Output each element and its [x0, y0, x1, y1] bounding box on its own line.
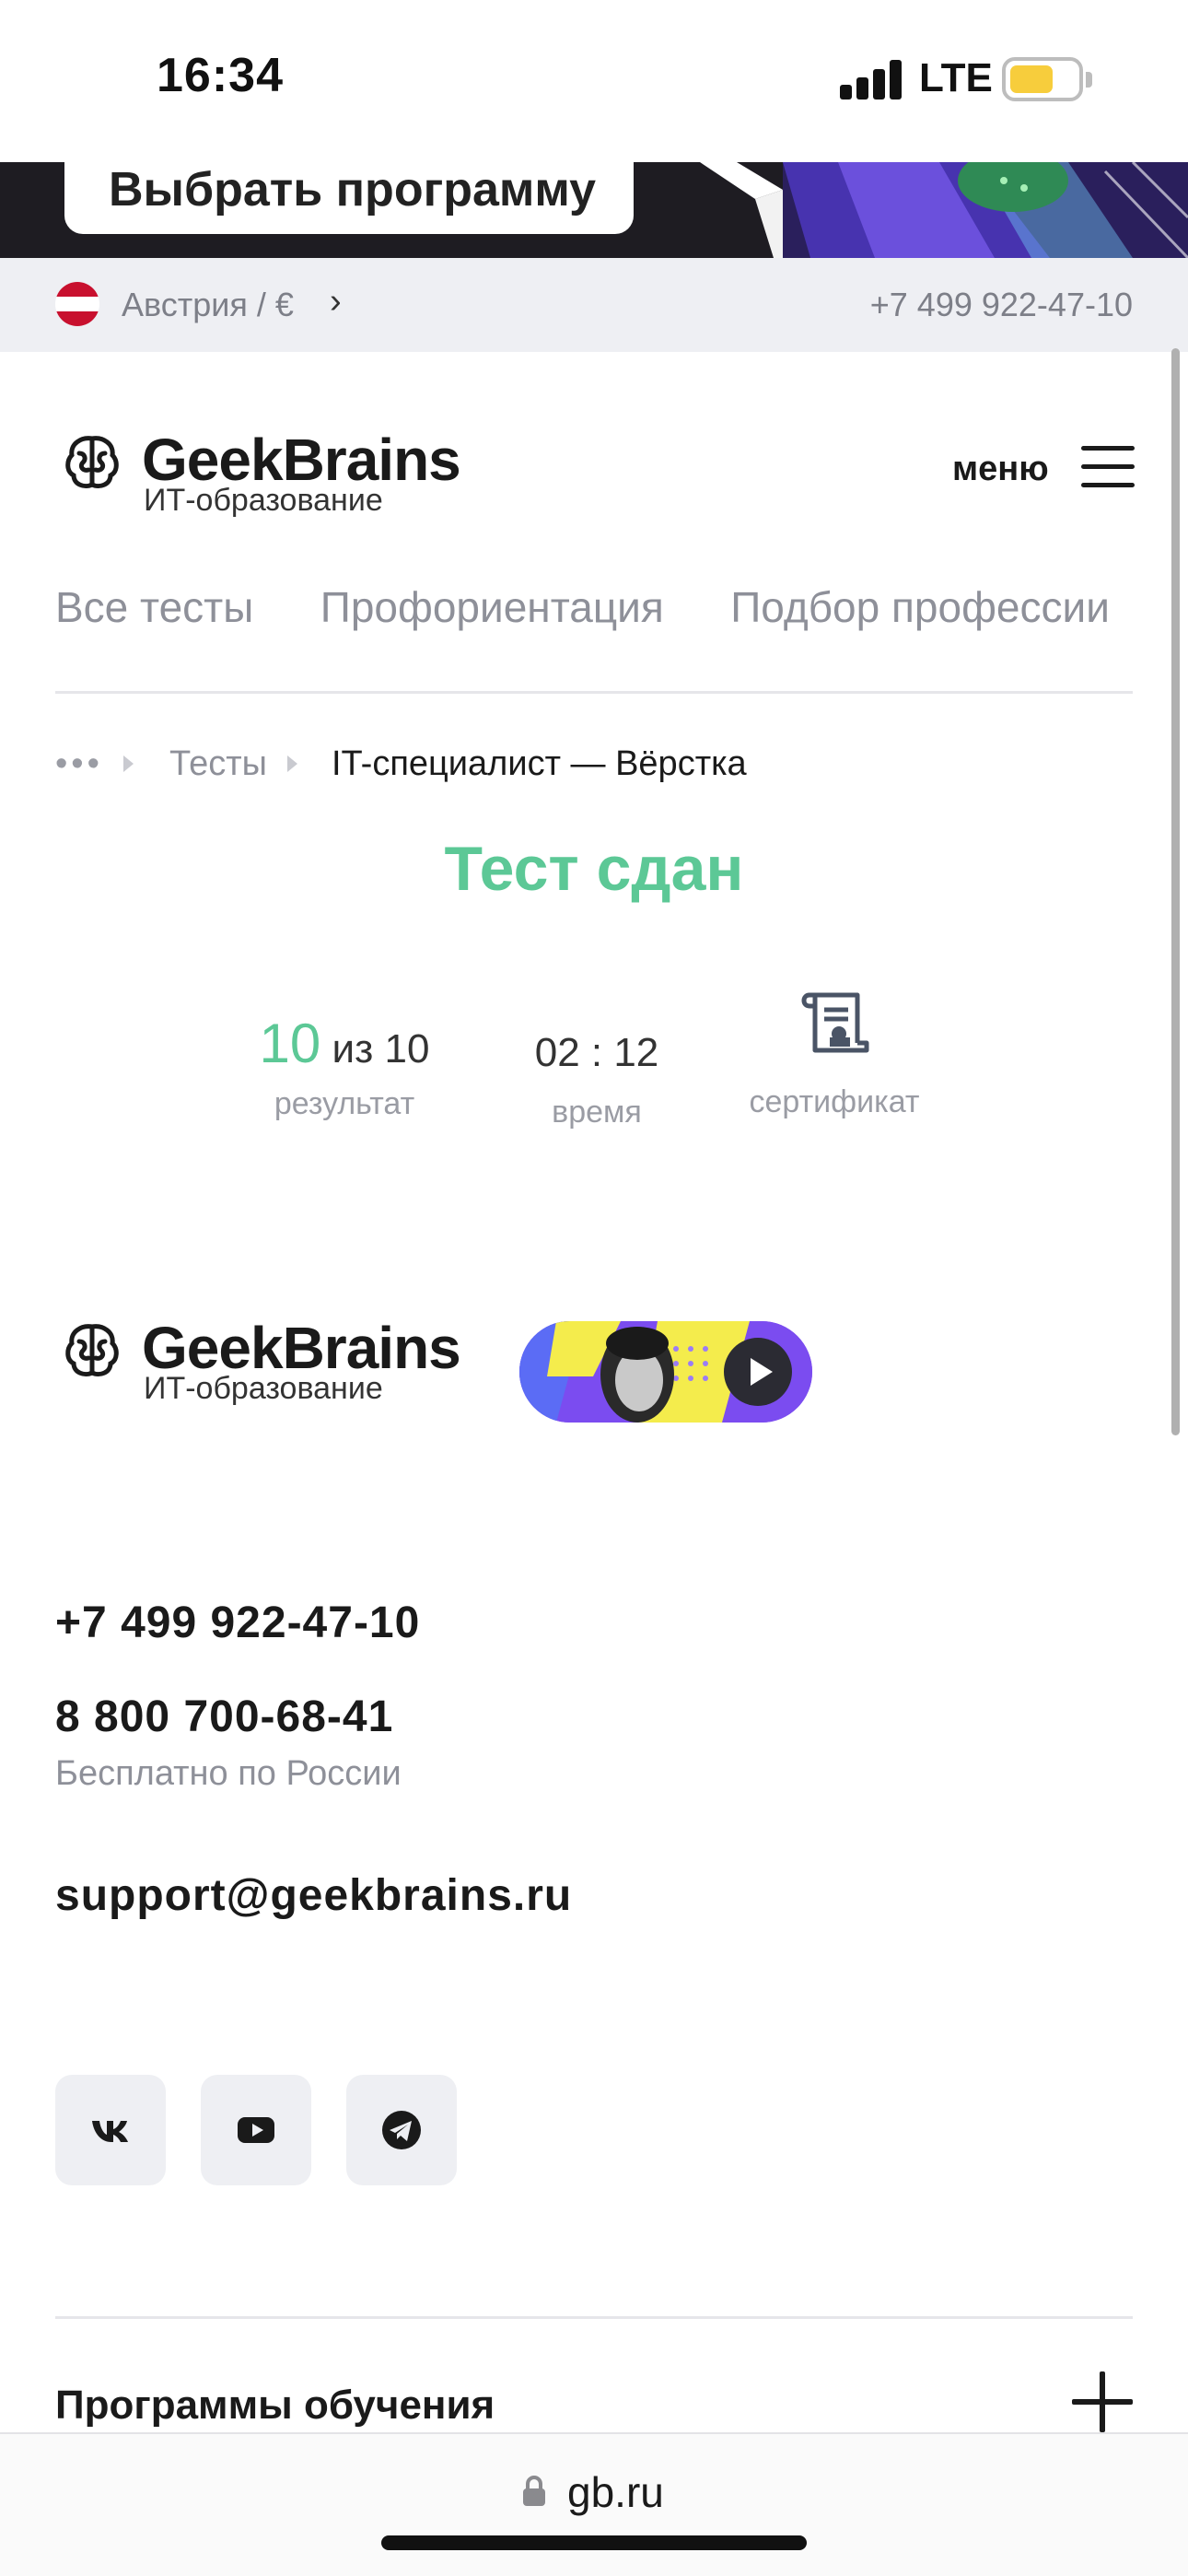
hamburger-menu-icon[interactable]	[1081, 446, 1135, 488]
region-bar: Австрия / € › +7 499 922-47-10	[0, 258, 1188, 352]
status-time: 16:34	[157, 49, 284, 102]
brand-tagline: ИТ-образование	[144, 483, 383, 518]
score-caption: результат	[274, 1086, 415, 1121]
brain-logo-icon	[65, 436, 119, 489]
cellular-signal-icon	[840, 59, 903, 100]
chevron-right-icon[interactable]: ›	[330, 282, 342, 322]
telegram-button[interactable]	[346, 2075, 457, 2185]
battery-icon	[1002, 57, 1092, 101]
vk-icon	[92, 2121, 128, 2142]
region-selector[interactable]: Австрия / €	[122, 286, 294, 324]
divider	[55, 2316, 1133, 2319]
home-indicator[interactable]	[381, 2535, 807, 2550]
programs-accordion-label[interactable]: Программы обучения	[55, 2383, 495, 2429]
promo-banner[interactable]: Выбрать программу	[0, 162, 1188, 258]
telegram-icon	[382, 2111, 421, 2149]
banner-illustration	[700, 162, 1188, 258]
brain-logo-icon	[65, 1324, 119, 1377]
brand-tagline: ИТ-образование	[144, 1371, 383, 1406]
breadcrumb-tests-link[interactable]: Тесты	[169, 744, 267, 784]
play-icon[interactable]	[724, 1338, 792, 1406]
breadcrumb-separator-icon	[123, 755, 134, 772]
footer-logo[interactable]: GeekBrains ИТ-образование	[63, 1315, 505, 1432]
tab-all-tests[interactable]: Все тесты	[55, 582, 253, 632]
time-caption: время	[552, 1095, 642, 1130]
result-title: Тест сдан	[444, 834, 744, 904]
status-bar: 16:34 LTE	[0, 0, 1188, 162]
header-phone-link[interactable]: +7 499 922-47-10	[870, 286, 1133, 324]
breadcrumb-ellipsis[interactable]: •••	[55, 744, 103, 784]
youtube-icon	[238, 2117, 274, 2143]
score-stat: 10 из 10 результат	[243, 1012, 446, 1122]
breadcrumb-current: IT-специалист — Вёрстка	[332, 744, 747, 783]
time-value: 02 : 12	[534, 1030, 659, 1075]
choose-program-button[interactable]: Выбрать программу	[64, 162, 634, 234]
browser-address-bar[interactable]: gb.ru	[0, 2432, 1188, 2576]
network-type: LTE	[919, 55, 993, 100]
tab-profession-selection[interactable]: Подбор профессии	[730, 582, 1110, 632]
divider	[55, 691, 1133, 694]
url-text[interactable]: gb.ru	[567, 2467, 664, 2517]
youtube-button[interactable]	[201, 2075, 311, 2185]
certificate-icon[interactable]	[797, 989, 872, 1060]
footer-phone-free[interactable]: 8 800 700-68-41	[55, 1692, 393, 1742]
score-total: из 10	[332, 1026, 430, 1071]
support-email-link[interactable]: support@geekbrains.ru	[55, 1870, 572, 1921]
vk-button[interactable]	[55, 2075, 166, 2185]
lock-icon	[523, 2476, 545, 2506]
breadcrumb-separator-icon	[287, 755, 297, 772]
time-stat: 02 : 12 время	[505, 1030, 689, 1130]
score-value: 10	[259, 1013, 321, 1074]
austria-flag-icon[interactable]	[55, 282, 99, 326]
video-promo-button[interactable]	[519, 1321, 812, 1423]
footer-phone-main[interactable]: +7 499 922-47-10	[55, 1598, 420, 1648]
test-category-tabs: Все тесты Профориентация Подбор професси…	[55, 582, 1172, 632]
certificate-caption: сертификат	[749, 1084, 920, 1119]
tab-career-guidance[interactable]: Профориентация	[320, 582, 664, 632]
plus-icon[interactable]	[1072, 2371, 1133, 2432]
menu-button[interactable]: меню	[952, 450, 1049, 489]
phone-free-note: Бесплатно по России	[55, 1754, 402, 1793]
header-logo[interactable]: GeekBrains ИТ-образование	[63, 427, 505, 544]
certificate-stat[interactable]: сертификат	[733, 989, 936, 1120]
